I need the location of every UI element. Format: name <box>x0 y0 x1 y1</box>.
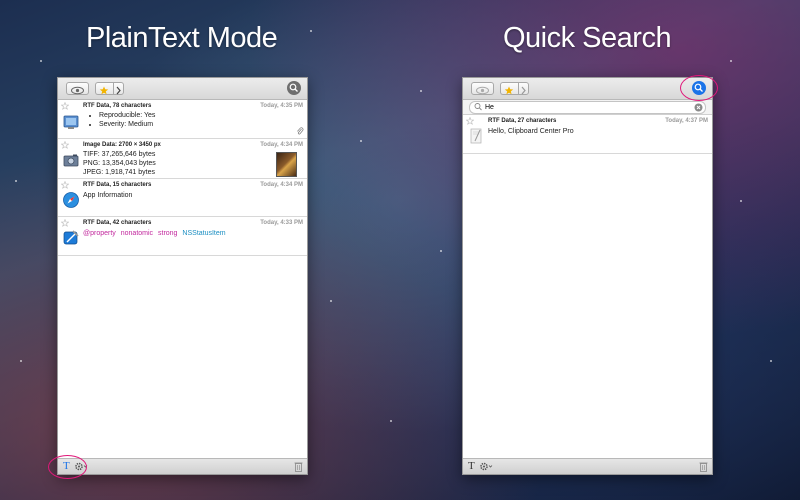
favorite-star-icon[interactable] <box>61 219 69 227</box>
item-body: TIFF: 37,265,646 bytes PNG: 13,354,043 b… <box>83 150 156 177</box>
next-button[interactable] <box>518 82 529 95</box>
favorite-star-icon[interactable] <box>466 117 474 125</box>
item-body: Reproducible: Yes Severity: Medium <box>83 111 155 129</box>
preview-toggle-button[interactable] <box>66 82 89 95</box>
item-code: @property nonatomic strong NSStatusItem <box>83 229 226 238</box>
search-icon <box>289 83 298 92</box>
item-title: RTF Data, 78 characters <box>83 103 152 109</box>
item-title: RTF Data, 42 characters <box>83 220 152 226</box>
bullet-line: Reproducible: Yes <box>99 111 155 120</box>
safari-icon <box>63 192 79 208</box>
eye-icon <box>476 86 489 95</box>
item-time: Today, 4:34 PM <box>260 142 303 148</box>
toolbar <box>463 78 712 100</box>
search-bar <box>463 100 712 115</box>
bottom-bar: T <box>58 458 307 474</box>
magnifier-icon <box>474 103 482 111</box>
highlight-ring <box>48 455 87 479</box>
list-item[interactable]: Image Data: 2700 × 3450 px Today, 4:34 P… <box>58 139 307 179</box>
chevron-right-icon <box>116 86 121 95</box>
item-text: App Information <box>83 192 133 199</box>
favorites-button[interactable] <box>500 82 518 95</box>
item-title: Image Data: 2700 × 3450 px <box>83 142 161 148</box>
image-size-line: PNG: 13,354,043 bytes <box>83 160 156 167</box>
list-item[interactable]: RTF Data, 42 characters Today, 4:33 PM @… <box>58 217 307 256</box>
item-title: RTF Data, 15 characters <box>83 182 152 188</box>
item-time: Today, 4:34 PM <box>260 182 303 188</box>
favorite-star-icon[interactable] <box>61 181 69 189</box>
code-token: @property <box>83 230 116 237</box>
code-token: strong <box>158 230 178 237</box>
item-text: Hello, Clipboard Center Pro <box>488 128 574 135</box>
chevron-right-icon <box>521 86 526 95</box>
search-button[interactable] <box>287 81 301 95</box>
item-time: Today, 4:33 PM <box>260 220 303 226</box>
paperclip-icon <box>297 127 304 135</box>
plaintext-mode-heading: PlainText Mode <box>86 22 278 54</box>
quick-search-window: RTF Data, 27 characters Today, 4:37 PM H… <box>462 77 713 475</box>
item-time: Today, 4:35 PM <box>260 103 303 109</box>
star-icon <box>99 86 109 95</box>
plaintext-mode-toggle[interactable]: T <box>468 460 475 472</box>
image-capture-icon <box>63 154 79 167</box>
image-thumbnail <box>276 152 297 177</box>
image-size-line: TIFF: 37,265,646 bytes <box>83 151 156 158</box>
bullet-line: Severity: Medium <box>99 120 155 129</box>
list-item[interactable]: RTF Data, 15 characters Today, 4:34 PM A… <box>58 179 307 217</box>
search-field[interactable] <box>469 101 706 114</box>
list-item[interactable]: RTF Data, 78 characters Today, 4:35 PM R… <box>58 100 307 139</box>
preview-app-icon <box>63 115 79 129</box>
item-time: Today, 4:37 PM <box>665 118 708 124</box>
list-item[interactable]: RTF Data, 27 characters Today, 4:37 PM H… <box>463 115 712 154</box>
bottom-bar: T <box>463 458 712 474</box>
item-title: RTF Data, 27 characters <box>488 118 557 124</box>
next-button[interactable] <box>113 82 124 95</box>
highlight-ring <box>680 75 718 101</box>
preview-toggle-button[interactable] <box>471 82 494 95</box>
toolbar <box>58 78 307 100</box>
trash-icon[interactable] <box>699 461 708 472</box>
code-token: nonatomic <box>120 230 154 237</box>
search-input[interactable] <box>485 102 685 113</box>
favorite-star-icon[interactable] <box>61 141 69 149</box>
quick-search-heading: Quick Search <box>503 22 672 54</box>
code-token: NSStatusItem <box>182 230 226 237</box>
xcode-icon <box>63 230 79 245</box>
plaintext-mode-window: RTF Data, 78 characters Today, 4:35 PM R… <box>57 77 308 475</box>
textedit-icon <box>470 128 482 144</box>
trash-icon[interactable] <box>294 461 303 472</box>
eye-icon <box>71 86 84 95</box>
clear-search-icon[interactable] <box>694 103 703 112</box>
favorites-button[interactable] <box>95 82 113 95</box>
star-icon <box>504 86 514 95</box>
favorite-star-icon[interactable] <box>61 102 69 110</box>
image-size-line: JPEG: 1,918,741 bytes <box>83 169 155 176</box>
gear-icon[interactable] <box>479 461 493 472</box>
